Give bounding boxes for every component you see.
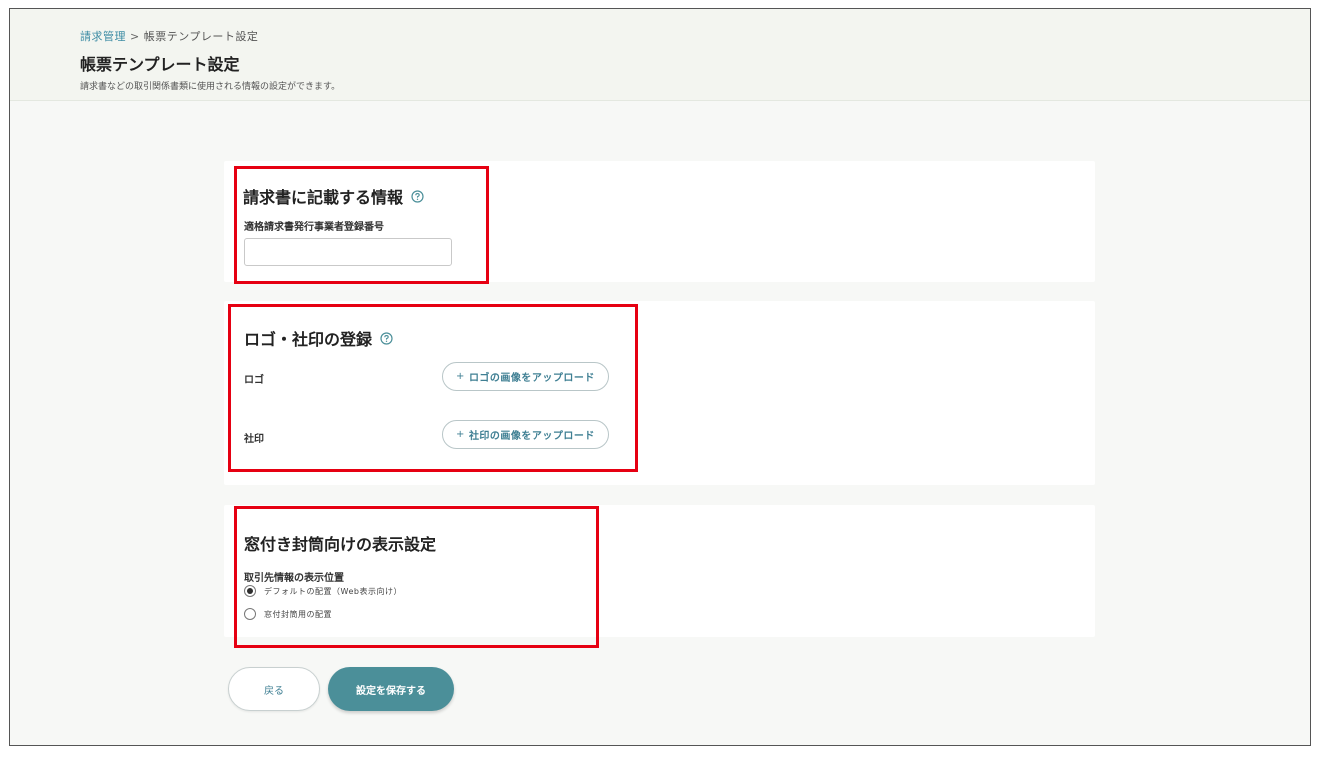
plus-icon: + — [456, 429, 465, 440]
breadcrumb: 請求管理 > 帳票テンプレート設定 — [80, 28, 258, 44]
invoice-info-card: 請求書に記載する情報 適格請求書発行事業者登録番号 — [224, 161, 1095, 282]
upload-seal-label: 社印の画像をアップロード — [468, 431, 595, 442]
back-button[interactable]: 戻る — [228, 667, 320, 711]
invoice-info-title-text: 請求書に記載する情報 — [243, 188, 404, 207]
seal-label: 社印 — [244, 434, 264, 445]
radio-default-layout[interactable]: デフォルトの配置（Web表示向け） — [244, 585, 402, 597]
invoice-info-title: 請求書に記載する情報 — [243, 184, 424, 208]
logo-seal-card: ロゴ・社印の登録 ロゴ + ロゴの画像をアップロード 社印 + 社印の画像をアップロ… — [224, 301, 1095, 485]
help-icon[interactable] — [411, 188, 424, 207]
radio-button-checked[interactable] — [244, 585, 256, 597]
logo-label: ロゴ — [244, 375, 264, 386]
breadcrumb-separator: > — [130, 30, 140, 43]
breadcrumb-link-billing[interactable]: 請求管理 — [80, 30, 126, 43]
page-header: 請求管理 > 帳票テンプレート設定 帳票テンプレート設定 請求書などの取引関係書類に… — [10, 9, 1310, 101]
page-description: 請求書などの取引関係書類に使用される情報の設定ができます。 — [80, 82, 341, 92]
plus-icon: + — [456, 371, 465, 382]
radio-button[interactable] — [244, 608, 256, 620]
content-area: 請求書に記載する情報 適格請求書発行事業者登録番号 ロゴ・社印の登録 ロゴ + ロ… — [10, 101, 1310, 745]
logo-seal-title-text: ロゴ・社印の登録 — [244, 330, 373, 349]
registration-number-label: 適格請求書発行事業者登録番号 — [244, 222, 384, 233]
upload-logo-button[interactable]: + ロゴの画像をアップロード — [442, 362, 609, 391]
logo-seal-title: ロゴ・社印の登録 — [244, 326, 393, 350]
app-frame: 請求管理 > 帳票テンプレート設定 帳票テンプレート設定 請求書などの取引関係書類に… — [9, 8, 1311, 746]
radio-window-envelope-layout[interactable]: 窓付封筒用の配置 — [244, 608, 332, 620]
registration-number-input[interactable] — [244, 238, 452, 266]
display-position-label: 取引先情報の表示位置 — [244, 573, 344, 584]
envelope-display-card: 窓付き封筒向けの表示設定 取引先情報の表示位置 デフォルトの配置（Web表示向け… — [224, 505, 1095, 637]
radio-window-label: 窓付封筒用の配置 — [264, 609, 332, 619]
upload-seal-button[interactable]: + 社印の画像をアップロード — [442, 420, 609, 449]
upload-logo-label: ロゴの画像をアップロード — [468, 373, 595, 384]
breadcrumb-current: 帳票テンプレート設定 — [143, 30, 259, 43]
radio-default-label: デフォルトの配置（Web表示向け） — [264, 586, 402, 596]
page-title: 帳票テンプレート設定 — [80, 55, 240, 74]
envelope-title: 窓付き封筒向けの表示設定 — [244, 535, 437, 554]
help-icon[interactable] — [380, 330, 393, 349]
save-settings-button[interactable]: 設定を保存する — [328, 667, 454, 711]
